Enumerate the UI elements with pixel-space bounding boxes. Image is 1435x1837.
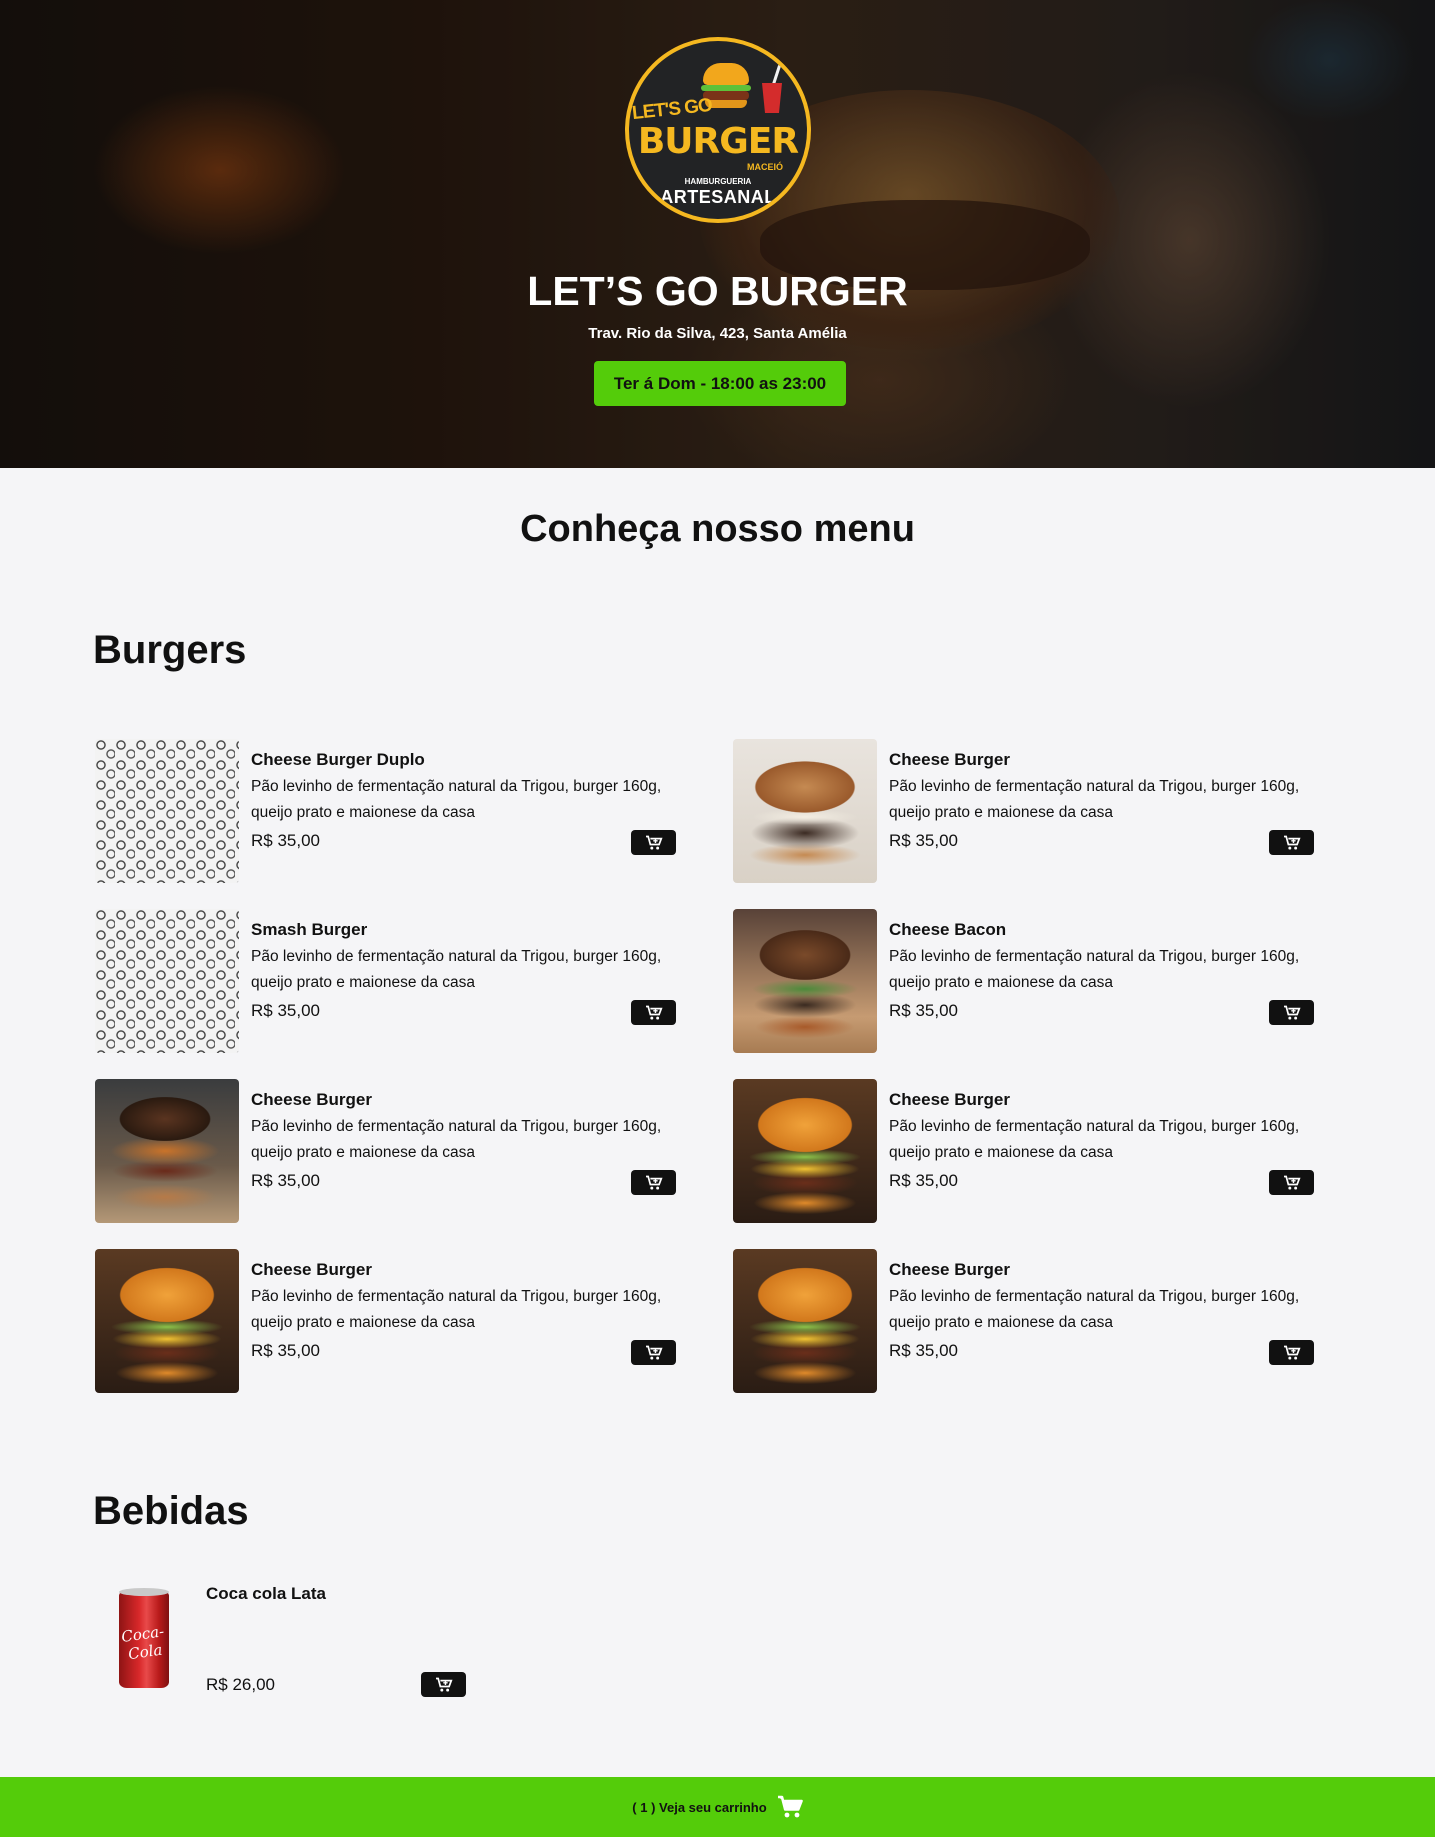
item-name: Cheese Burger xyxy=(251,1090,372,1109)
burger-photo xyxy=(95,1249,239,1393)
item-description: Pão levinho de fermentação natural da Tr… xyxy=(251,778,662,821)
section-title-bebidas: Bebidas xyxy=(93,1489,249,1533)
item-price: R$ 35,00 xyxy=(889,1001,958,1020)
item-name: Cheese Burger xyxy=(889,1090,1010,1109)
cart-plus-icon xyxy=(645,1175,663,1190)
cart-plus-icon xyxy=(435,1677,453,1692)
cart-plus-icon xyxy=(645,835,663,850)
section-title-burgers: Burgers xyxy=(93,628,247,672)
item-description: Pão levinho de fermentação natural da Tr… xyxy=(889,948,1300,991)
item-price: R$ 35,00 xyxy=(251,831,320,850)
add-to-cart-button[interactable] xyxy=(631,830,676,855)
item-name: Cheese Burger xyxy=(251,1260,372,1279)
item-price: R$ 26,00 xyxy=(206,1675,275,1694)
item-description: Pão levinho de fermentação natural da Tr… xyxy=(889,778,1300,821)
cart-plus-icon xyxy=(1283,1005,1301,1020)
item-name: Smash Burger xyxy=(251,920,368,939)
cart-plus-icon xyxy=(645,1345,663,1360)
item-name: Cheese Bacon xyxy=(889,920,1007,939)
cart-plus-icon xyxy=(645,1005,663,1020)
menu-title: Conheça nosso menu xyxy=(520,508,915,550)
item-price: R$ 35,00 xyxy=(251,1171,320,1190)
item-name: Cheese Burger xyxy=(889,750,1010,769)
item-description: Pão levinho de fermentação natural da Tr… xyxy=(889,1118,1300,1161)
add-to-cart-button[interactable] xyxy=(631,1000,676,1025)
burger-photo xyxy=(733,1249,877,1393)
item-description: Pão levinho de fermentação natural da Tr… xyxy=(251,1118,662,1161)
item-price: R$ 35,00 xyxy=(251,1341,320,1360)
menu-item-card: Cheese Burger Duplo Pão levinho de ferme… xyxy=(93,738,676,884)
menu-item-card: Cheese Burger Pão levinho de fermentação… xyxy=(731,1248,1314,1394)
item-description: Pão levinho de fermentação natural da Tr… xyxy=(251,1288,662,1331)
hero-banner: LET'S GO BURGER MACEIÓ HAMBURGUERIA ARTE… xyxy=(0,0,1435,468)
menu-item-card: Cheese Burger Pão levinho de fermentação… xyxy=(731,738,1314,884)
burger-pattern-image xyxy=(95,909,239,1053)
add-to-cart-button[interactable] xyxy=(421,1672,466,1697)
add-to-cart-button[interactable] xyxy=(1269,1000,1314,1025)
item-description: Pão levinho de fermentação natural da Tr… xyxy=(889,1288,1300,1331)
menu-item-card: Cheese Burger Pão levinho de fermentação… xyxy=(93,1078,676,1224)
menu-item-card: Smash Burger Pão levinho de fermentação … xyxy=(93,908,676,1054)
logo-text: MACEIÓ xyxy=(747,162,783,172)
burger-pattern-image xyxy=(95,739,239,883)
restaurant-name: LET’S GO BURGER xyxy=(527,268,908,314)
logo-text: BURGER xyxy=(637,121,799,162)
cart-icon xyxy=(777,1795,803,1818)
item-price: R$ 35,00 xyxy=(889,1171,958,1190)
menu-item-card: Cheese Burger Pão levinho de fermentação… xyxy=(731,1078,1314,1224)
view-cart-bar[interactable]: ( 1 ) Veja seu carrinho xyxy=(0,1777,1435,1837)
item-price: R$ 35,00 xyxy=(889,831,958,850)
cart-plus-icon xyxy=(1283,835,1301,850)
item-price: R$ 35,00 xyxy=(889,1341,958,1360)
view-cart-label: ( 1 ) Veja seu carrinho xyxy=(632,1799,767,1815)
burger-photo xyxy=(95,1079,239,1223)
add-to-cart-button[interactable] xyxy=(631,1170,676,1195)
add-to-cart-button[interactable] xyxy=(1269,1170,1314,1195)
add-to-cart-button[interactable] xyxy=(1269,1340,1314,1365)
item-description: Pão levinho de fermentação natural da Tr… xyxy=(251,948,662,991)
logo-text: HAMBURGUERIA xyxy=(684,177,752,186)
menu-item-card: Cheese Burger Pão levinho de fermentação… xyxy=(93,1248,676,1394)
cart-plus-icon xyxy=(1283,1175,1301,1190)
item-name: Cheese Burger Duplo xyxy=(251,750,425,769)
item-name: Cheese Burger xyxy=(889,1260,1010,1279)
item-price: R$ 35,00 xyxy=(251,1001,320,1020)
cart-plus-icon xyxy=(1283,1345,1301,1360)
burger-photo xyxy=(733,909,877,1053)
opening-hours-badge: Ter á Dom - 18:00 as 23:00 xyxy=(594,361,846,406)
add-to-cart-button[interactable] xyxy=(631,1340,676,1365)
logo-text: ARTESANAL xyxy=(660,187,776,207)
item-name: Coca cola Lata xyxy=(206,1584,326,1603)
add-to-cart-button[interactable] xyxy=(1269,830,1314,855)
menu-item-card: Coca-Cola Coca cola Lata R$ 26,00 xyxy=(93,1567,513,1713)
burger-photo xyxy=(733,739,877,883)
burger-photo xyxy=(733,1079,877,1223)
brand-logo: LET'S GO BURGER MACEIÓ HAMBURGUERIA ARTE… xyxy=(625,37,811,223)
restaurant-address: Trav. Rio da Silva, 423, Santa Amélia xyxy=(588,325,847,342)
menu-item-card: Cheese Bacon Pão levinho de fermentação … xyxy=(731,908,1314,1054)
